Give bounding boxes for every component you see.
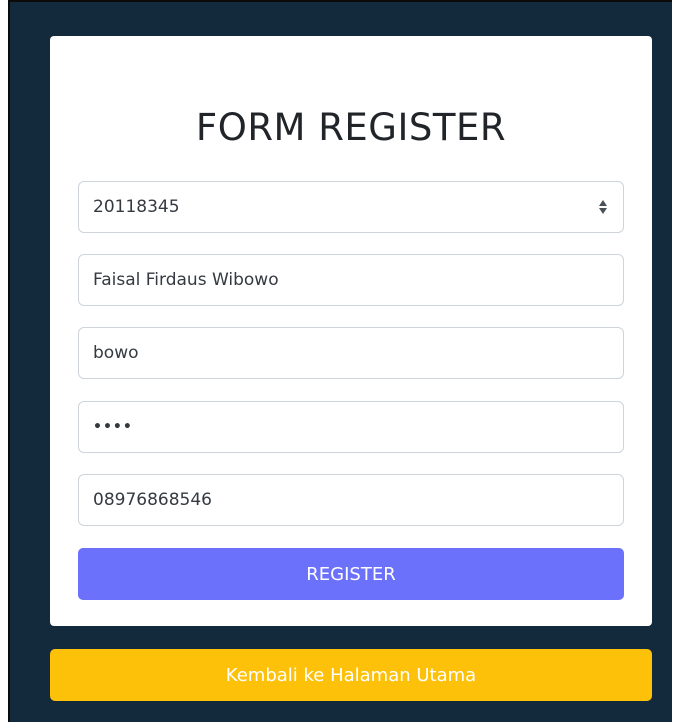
password-input[interactable]: •••• xyxy=(78,401,624,453)
password-value: •••• xyxy=(93,419,133,435)
register-button[interactable]: REGISTER xyxy=(78,548,624,600)
full-name-value: Faisal Firdaus Wibowo xyxy=(93,270,279,290)
phone-input[interactable]: 08976868546 xyxy=(78,474,624,526)
number-spinner-icon[interactable] xyxy=(597,198,609,216)
username-value: bowo xyxy=(93,343,139,363)
nim-input[interactable]: 20118345 xyxy=(78,181,624,233)
form-title: FORM REGISTER xyxy=(195,106,507,149)
phone-value: 08976868546 xyxy=(93,490,212,510)
full-name-input[interactable]: Faisal Firdaus Wibowo xyxy=(78,254,624,306)
spinner-down-icon[interactable] xyxy=(599,208,607,214)
register-card: FORM REGISTER 20118345 Faisal Firdaus Wi… xyxy=(50,36,652,626)
username-input[interactable]: bowo xyxy=(78,327,624,379)
back-to-home-button[interactable]: Kembali ke Halaman Utama xyxy=(50,649,652,701)
spinner-up-icon[interactable] xyxy=(599,200,607,206)
page-background: FORM REGISTER 20118345 Faisal Firdaus Wi… xyxy=(8,0,672,722)
nim-value: 20118345 xyxy=(93,197,180,217)
